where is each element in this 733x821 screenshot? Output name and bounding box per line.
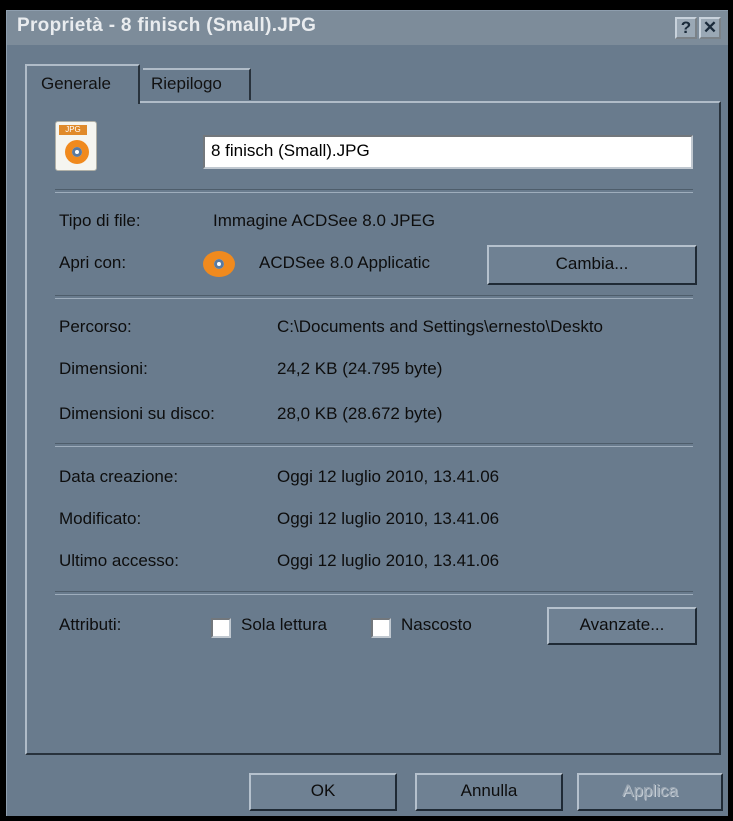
- accessed-label: Ultimo accesso:: [59, 551, 179, 570]
- properties-window: Proprietà - 8 finisch (Small).JPG ? ✕ Ge…: [6, 10, 728, 816]
- file-name-input[interactable]: 8 finisch (Small).JPG: [203, 135, 693, 169]
- size-label: Dimensioni:: [59, 359, 148, 378]
- window-title: Proprietà - 8 finisch (Small).JPG: [17, 15, 317, 36]
- modified-label: Modificato:: [59, 509, 142, 528]
- change-button[interactable]: Cambia...: [487, 245, 697, 285]
- file-type-label: Tipo di file:: [59, 211, 141, 230]
- divider: [55, 443, 693, 447]
- attributes-label: Attributi:: [59, 615, 122, 634]
- divider: [55, 189, 693, 193]
- ok-button[interactable]: OK: [249, 773, 397, 811]
- general-panel: JPG 8 finisch (Small).JPG Tipo di file: …: [25, 101, 721, 755]
- acdsee-eye-icon: [65, 140, 89, 164]
- created-label: Data creazione:: [59, 467, 179, 486]
- tab-riepilogo[interactable]: Riepilogo: [143, 68, 251, 100]
- disk-size-label: Dimensioni su disco:: [59, 404, 215, 423]
- advanced-button[interactable]: Avanzate...: [547, 607, 697, 645]
- cancel-button[interactable]: Annulla: [415, 773, 563, 811]
- jpg-file-icon: JPG: [55, 121, 97, 171]
- created-value: Oggi 12 luglio 2010, 13.41.06: [277, 467, 500, 486]
- help-button[interactable]: ?: [675, 17, 697, 39]
- acdsee-app-icon: [203, 251, 235, 277]
- jpg-tag-label: JPG: [59, 125, 87, 135]
- readonly-checkbox[interactable]: [211, 618, 231, 638]
- disk-size-value: 28,0 KB (28.672 byte): [277, 404, 443, 423]
- apply-button[interactable]: Applica: [577, 773, 723, 811]
- close-button[interactable]: ✕: [699, 17, 721, 39]
- readonly-label: Sola lettura: [241, 615, 327, 634]
- tab-generale[interactable]: Generale: [25, 64, 140, 104]
- file-type-value: Immagine ACDSee 8.0 JPEG: [213, 211, 436, 230]
- path-label: Percorso:: [59, 317, 132, 336]
- divider: [55, 591, 693, 595]
- title-bar[interactable]: Proprietà - 8 finisch (Small).JPG ? ✕: [7, 11, 728, 45]
- hidden-checkbox[interactable]: [371, 618, 391, 638]
- open-with-value: ACDSee 8.0 Applicatic: [259, 253, 431, 272]
- modified-value: Oggi 12 luglio 2010, 13.41.06: [277, 509, 500, 528]
- accessed-value: Oggi 12 luglio 2010, 13.41.06: [277, 551, 500, 570]
- divider: [55, 295, 693, 299]
- size-value: 24,2 KB (24.795 byte): [277, 359, 443, 378]
- hidden-label: Nascosto: [401, 615, 472, 634]
- path-value: C:\Documents and Settings\ernesto\Deskto: [277, 317, 603, 336]
- open-with-label: Apri con:: [59, 253, 127, 272]
